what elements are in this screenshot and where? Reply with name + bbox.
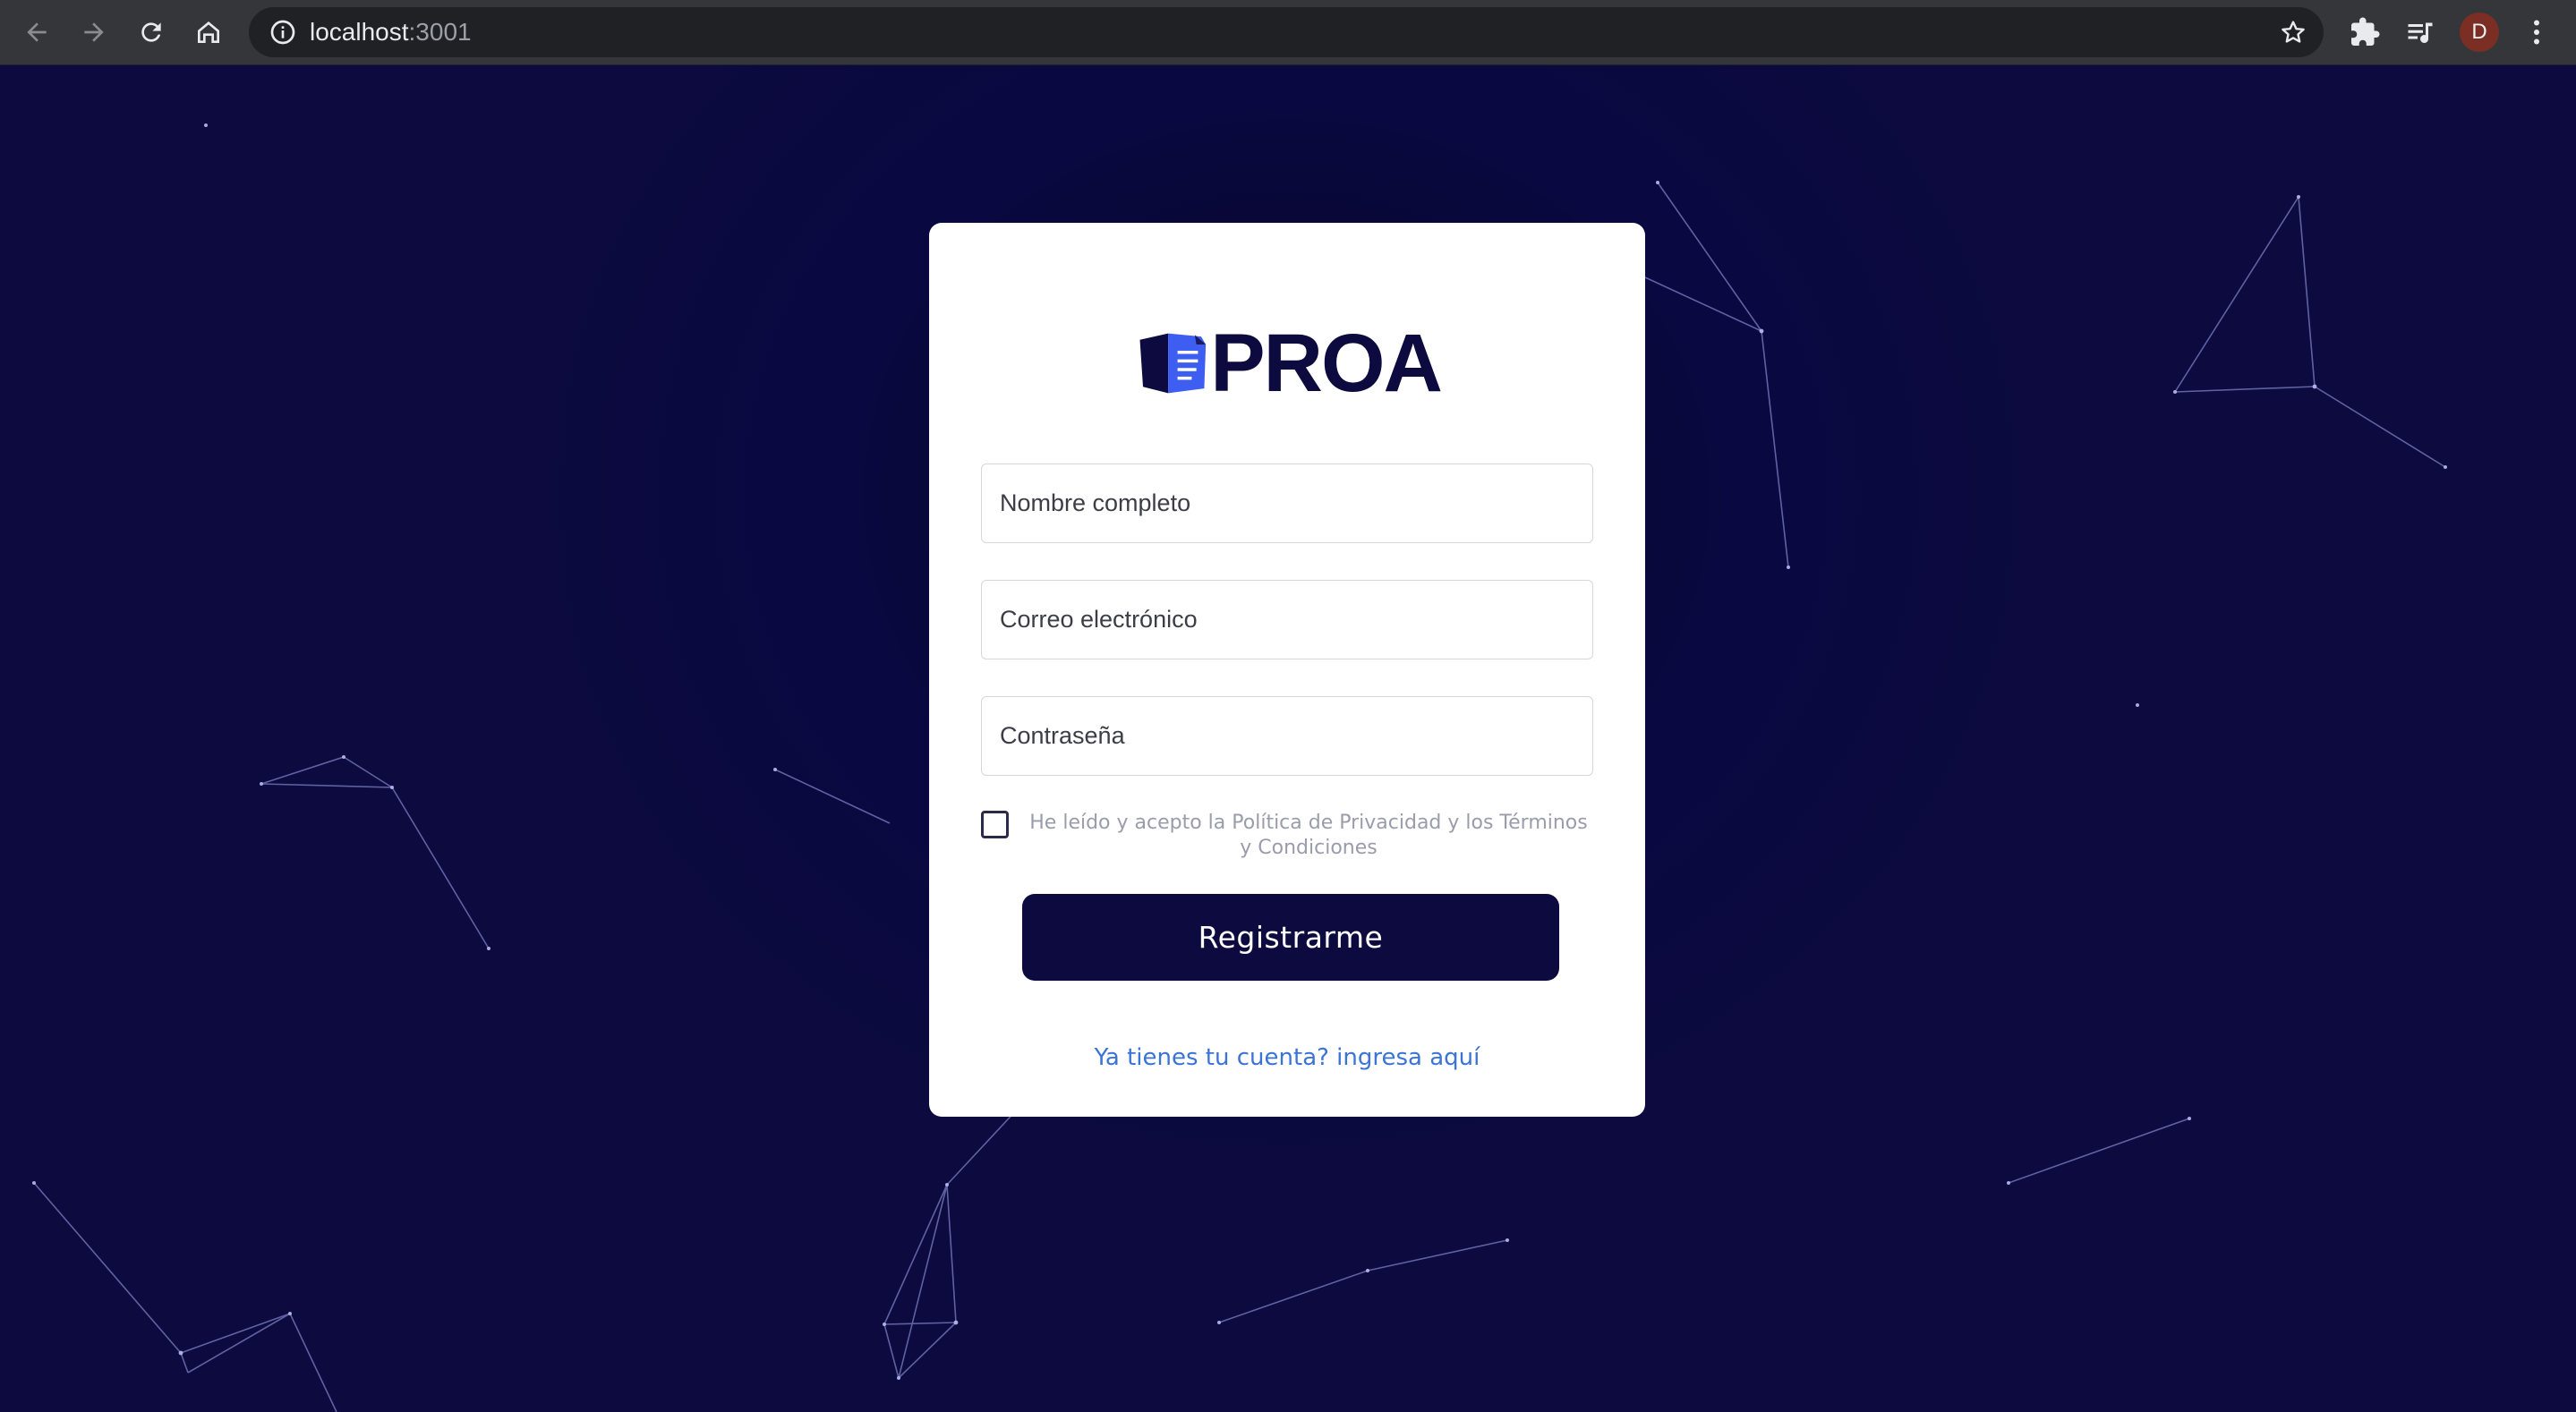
full-name-input[interactable] bbox=[982, 464, 1592, 542]
url-host: localhost bbox=[310, 18, 409, 46]
password-field[interactable] bbox=[981, 696, 1593, 776]
proa-logo: PROA bbox=[1137, 318, 1443, 409]
url-text[interactable]: localhost:3001 bbox=[310, 7, 472, 57]
email-field[interactable] bbox=[981, 580, 1593, 659]
playlist-icon[interactable] bbox=[2404, 16, 2436, 48]
login-link[interactable]: Ya tienes tu cuenta? ingresa aquí bbox=[929, 1044, 1645, 1071]
back-arrow-icon bbox=[27, 22, 47, 42]
back-button[interactable] bbox=[17, 13, 56, 52]
reload-icon bbox=[141, 22, 161, 42]
full-name-field[interactable] bbox=[981, 464, 1593, 543]
home-icon bbox=[198, 21, 219, 43]
password-input[interactable] bbox=[982, 697, 1592, 775]
forward-arrow-icon bbox=[84, 22, 104, 42]
terms-checkbox[interactable] bbox=[981, 811, 1009, 838]
brand-wordmark: PROA bbox=[1210, 318, 1443, 409]
page-background: PROA He leído y acepto la Política de Pr… bbox=[0, 66, 2576, 1412]
browser-toolbar: localhost:3001 D bbox=[0, 0, 2576, 65]
register-button[interactable]: Registrarme bbox=[1022, 894, 1559, 981]
address-bar[interactable]: localhost:3001 bbox=[249, 7, 2324, 57]
home-button[interactable] bbox=[189, 13, 228, 52]
kebab-menu-icon[interactable] bbox=[2521, 16, 2553, 48]
signup-card: PROA He leído y acepto la Política de Pr… bbox=[929, 223, 1645, 1117]
profile-avatar[interactable]: D bbox=[2460, 13, 2499, 52]
forward-button[interactable] bbox=[74, 13, 114, 52]
url-port: :3001 bbox=[408, 18, 472, 46]
terms-label: He leído y acepto la Política de Privaci… bbox=[1029, 812, 1588, 859]
document-logo-icon bbox=[1139, 333, 1207, 394]
email-input[interactable] bbox=[982, 581, 1592, 659]
info-icon[interactable] bbox=[269, 18, 297, 47]
star-icon[interactable] bbox=[2279, 18, 2307, 47]
reload-button[interactable] bbox=[132, 13, 171, 52]
puzzle-icon[interactable] bbox=[2349, 16, 2381, 48]
